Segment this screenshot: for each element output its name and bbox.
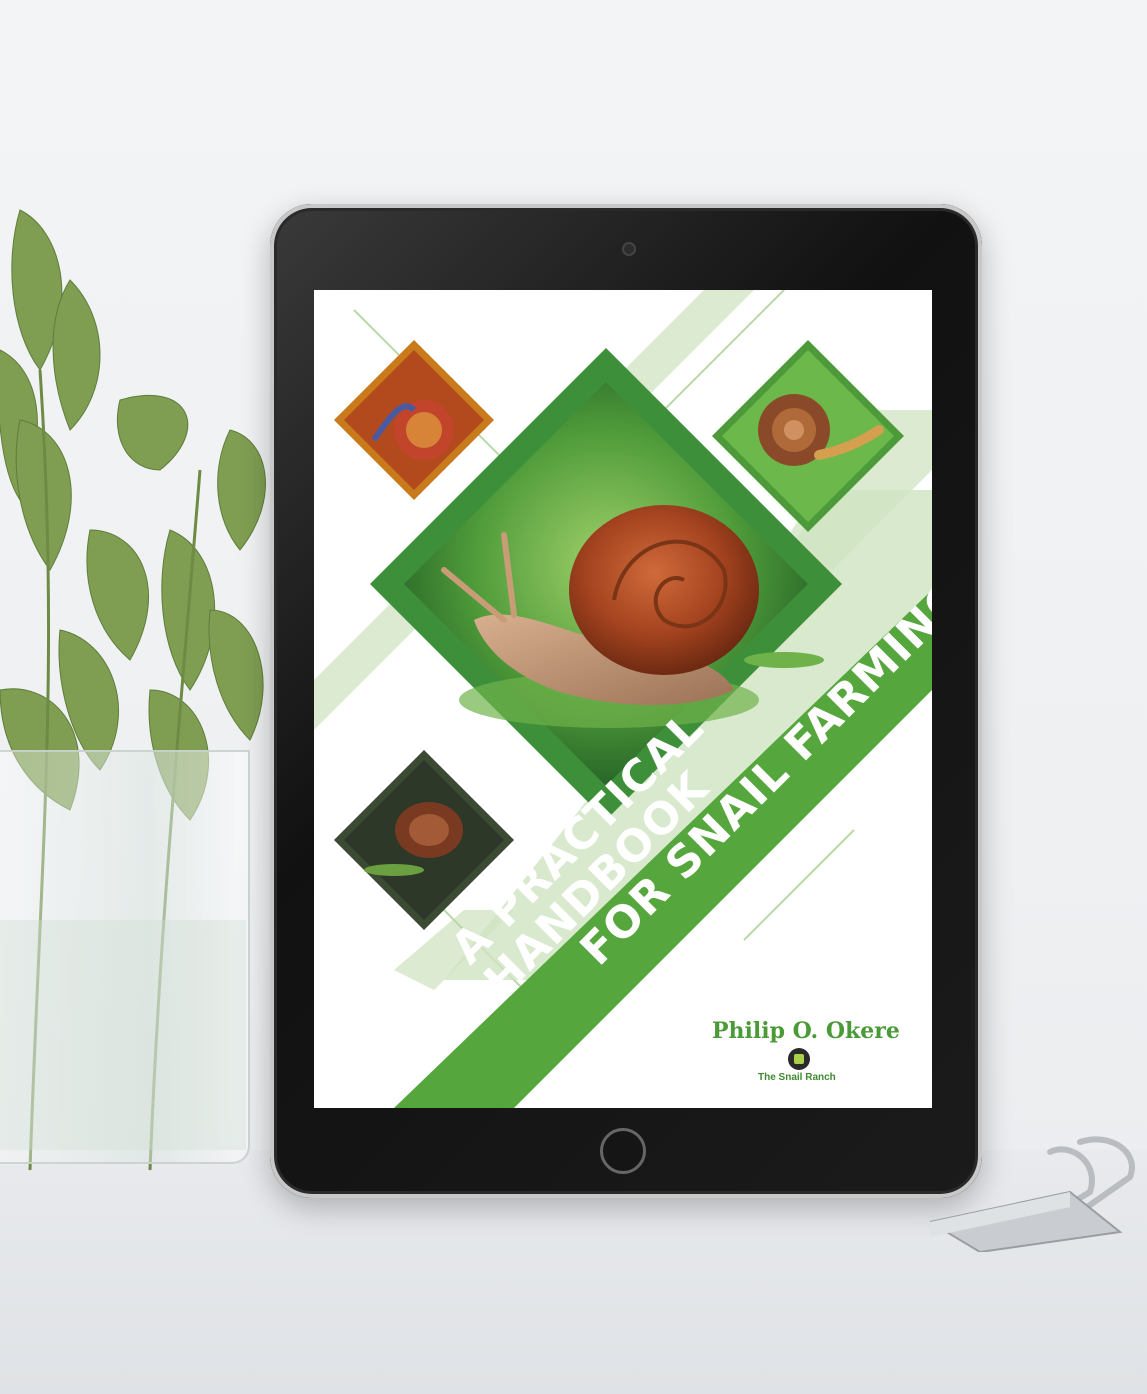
tablet-device: A PRACTICAL HANDBOOK FOR SNAIL FARMING P… (270, 204, 982, 1198)
camera-icon (622, 242, 636, 256)
publisher-name: The Snail Ranch (758, 1072, 836, 1083)
book-cover-screen: A PRACTICAL HANDBOOK FOR SNAIL FARMING P… (314, 290, 932, 1108)
home-button[interactable] (600, 1128, 646, 1174)
author-name: Philip O. Okere (712, 1018, 900, 1044)
vase-water (0, 920, 246, 1150)
snail-ranch-logo-icon (788, 1048, 810, 1070)
binder-clip (930, 1136, 1135, 1252)
